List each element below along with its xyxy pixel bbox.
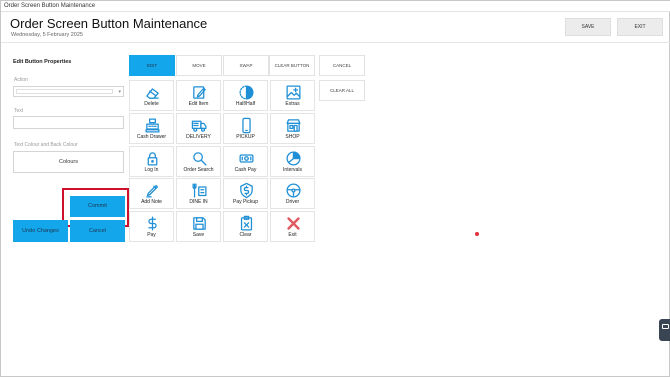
tile-label: Half/Half: [235, 101, 256, 107]
chevron-down-icon: ▾: [118, 89, 121, 95]
tile-label: SHOP: [285, 134, 300, 140]
tile-label: Clear: [239, 232, 252, 238]
tile-pay-pickup[interactable]: Pay Pickup: [223, 178, 268, 209]
action-select-value: [16, 89, 113, 94]
tile-label: Edit Item: [188, 101, 209, 107]
tile-label: Cash Pay: [234, 167, 257, 173]
tile-label: Delete: [144, 101, 159, 107]
tile-label: Exit: [288, 232, 297, 238]
cursor-dot: [475, 232, 479, 236]
tile-pay[interactable]: Pay: [129, 211, 174, 242]
page-date: Wednesday, 5 February 2025: [11, 32, 83, 38]
page-title: Order Screen Button Maintenance: [10, 16, 208, 31]
edit-mode-button[interactable]: EDIT: [129, 55, 175, 76]
move-mode-button[interactable]: MOVE: [176, 55, 222, 76]
tile-label: Driver: [285, 199, 300, 205]
clear-button-mode-button[interactable]: CLEAR BUTTON: [269, 55, 315, 76]
tile-extras[interactable]: Extras: [270, 80, 315, 111]
cancel-button[interactable]: Cancel: [70, 220, 125, 242]
cancel-mode-button[interactable]: CANCEL: [319, 55, 365, 76]
side-widget-icon[interactable]: [659, 319, 670, 341]
clear-all-button[interactable]: CLEAR ALL: [319, 80, 365, 101]
properties-title: Edit Button Properties: [13, 59, 72, 65]
window-titlebar: Order Screen Button Maintenance: [1, 1, 670, 12]
tile-label: Add Note: [141, 199, 162, 205]
tile-exit[interactable]: Exit: [270, 211, 315, 242]
tile-label: Pay: [147, 232, 156, 238]
tile-save[interactable]: Save: [176, 211, 221, 242]
tile-cash-pay[interactable]: Cash Pay: [223, 146, 268, 177]
tile-label: PICKUP: [236, 134, 255, 140]
tile-log-in[interactable]: Log In: [129, 146, 174, 177]
tile-intervals[interactable]: Intervals: [270, 146, 315, 177]
tile-driver[interactable]: Driver: [270, 178, 315, 209]
save-button[interactable]: SAVE: [565, 18, 611, 36]
tile-shop[interactable]: SHOP: [270, 113, 315, 144]
tile-label: DELIVERY: [186, 134, 211, 140]
undo-changes-button[interactable]: Undo Changes: [13, 220, 68, 242]
tile-half-half[interactable]: Half/Half: [223, 80, 268, 111]
text-input[interactable]: [13, 116, 124, 129]
colours-button[interactable]: Colours: [13, 151, 124, 173]
action-select[interactable]: ▾: [13, 86, 124, 97]
tile-label: Cash Drawer: [136, 134, 167, 140]
tile-edit-item[interactable]: Edit Item: [176, 80, 221, 111]
tile-cash-drawer[interactable]: Cash Drawer: [129, 113, 174, 144]
colour-label: Text Colour and Back Colour: [14, 142, 78, 148]
action-label: Action: [14, 77, 28, 83]
tile-clear[interactable]: Clear: [223, 211, 268, 242]
tile-label: Log In: [144, 167, 159, 173]
tile-dine-in[interactable]: DINE IN: [176, 178, 221, 209]
swap-mode-button[interactable]: SWAP: [223, 55, 269, 76]
tile-label: Intervals: [283, 167, 302, 173]
text-label: Text: [14, 108, 24, 114]
tile-label: Pay Pickup: [232, 199, 258, 205]
header-divider: [1, 42, 670, 43]
tile-add-note[interactable]: Add Note: [129, 178, 174, 209]
tile-delete[interactable]: Delete: [129, 80, 174, 111]
tile-label: Extras: [285, 101, 300, 107]
tile-order-search[interactable]: Order Search: [176, 146, 221, 177]
app-window: Order Screen Button Maintenance Order Sc…: [0, 0, 670, 377]
tile-pickup[interactable]: PICKUP: [223, 113, 268, 144]
tile-label: Order Search: [183, 167, 214, 173]
tile-label: DINE IN: [189, 199, 208, 205]
exit-button[interactable]: EXIT: [617, 18, 663, 36]
tile-delivery[interactable]: DELIVERY: [176, 113, 221, 144]
tile-label: Save: [192, 232, 205, 238]
